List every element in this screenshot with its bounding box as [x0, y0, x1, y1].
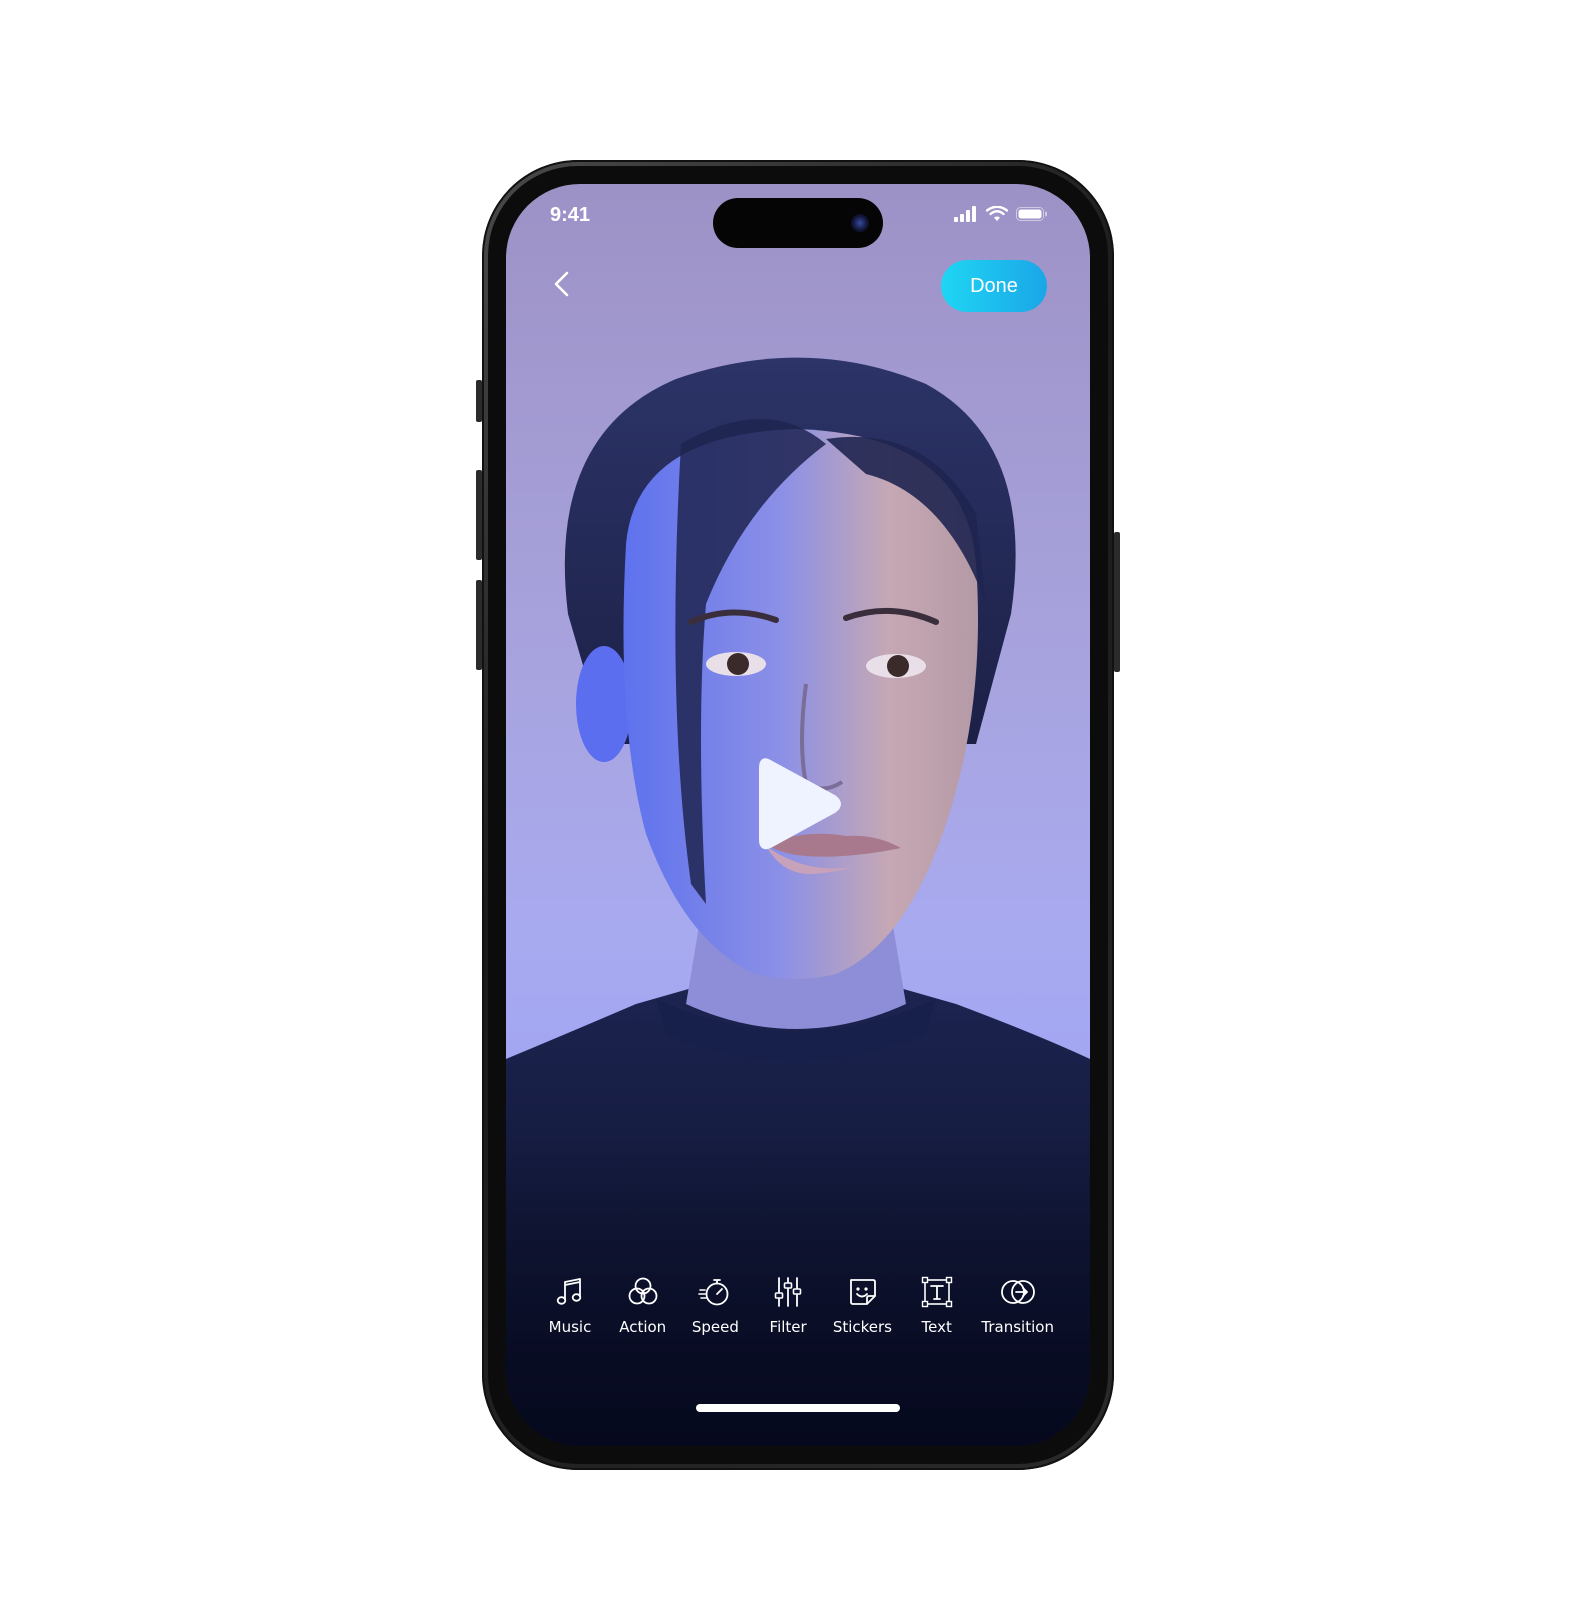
mute-switch	[476, 380, 482, 422]
overlapping-circles-icon	[628, 1277, 658, 1305]
battery-icon	[1016, 207, 1047, 221]
tool-text[interactable]: Text	[909, 1272, 965, 1336]
back-button[interactable]	[546, 268, 578, 300]
tool-action[interactable]: Action	[615, 1272, 671, 1336]
tool-label: Transition	[981, 1318, 1054, 1336]
status-time: 9:41	[550, 204, 591, 226]
tool-label: Action	[619, 1318, 667, 1336]
sticker-icon	[850, 1279, 877, 1305]
tool-music[interactable]: Music	[542, 1272, 598, 1336]
edit-toolbar: Music Action Speed Filter Stickers Text …	[542, 1272, 1054, 1336]
home-indicator[interactable]	[696, 1404, 900, 1412]
wifi-icon	[986, 206, 1008, 221]
done-button[interactable]: Done	[941, 260, 1047, 312]
tool-label: Filter	[769, 1318, 807, 1336]
tool-filter[interactable]: Filter	[760, 1272, 816, 1336]
tool-stickers[interactable]: Stickers	[833, 1272, 892, 1336]
tool-label: Stickers	[832, 1318, 892, 1336]
status-icons	[954, 206, 1048, 222]
volume-down-button	[476, 580, 482, 670]
tool-label: Text	[921, 1318, 952, 1336]
play-icon	[759, 758, 841, 850]
sliders-icon	[774, 1277, 802, 1307]
volume-up-button	[476, 470, 482, 560]
dynamic-island	[713, 198, 883, 248]
cellular-signal-icon	[954, 206, 976, 222]
phone-screen: 9:41 Done Music Action Speed Filter Stic…	[506, 184, 1090, 1446]
tool-speed[interactable]: Speed	[687, 1272, 743, 1336]
tool-transition[interactable]: Transition	[981, 1272, 1054, 1336]
power-button	[1114, 532, 1120, 672]
text-box-icon	[921, 1276, 952, 1308]
transition-icon	[1000, 1280, 1035, 1304]
play-button[interactable]	[754, 754, 844, 854]
chevron-left-icon	[554, 271, 569, 297]
music-note-icon	[556, 1278, 582, 1305]
mockup-stage: 9:41 Done Music Action Speed Filter Stic…	[0, 0, 1596, 1600]
front-camera	[851, 214, 869, 232]
tool-label: Speed	[691, 1318, 739, 1336]
stopwatch-icon	[698, 1279, 729, 1306]
tool-label: Music	[548, 1318, 592, 1336]
